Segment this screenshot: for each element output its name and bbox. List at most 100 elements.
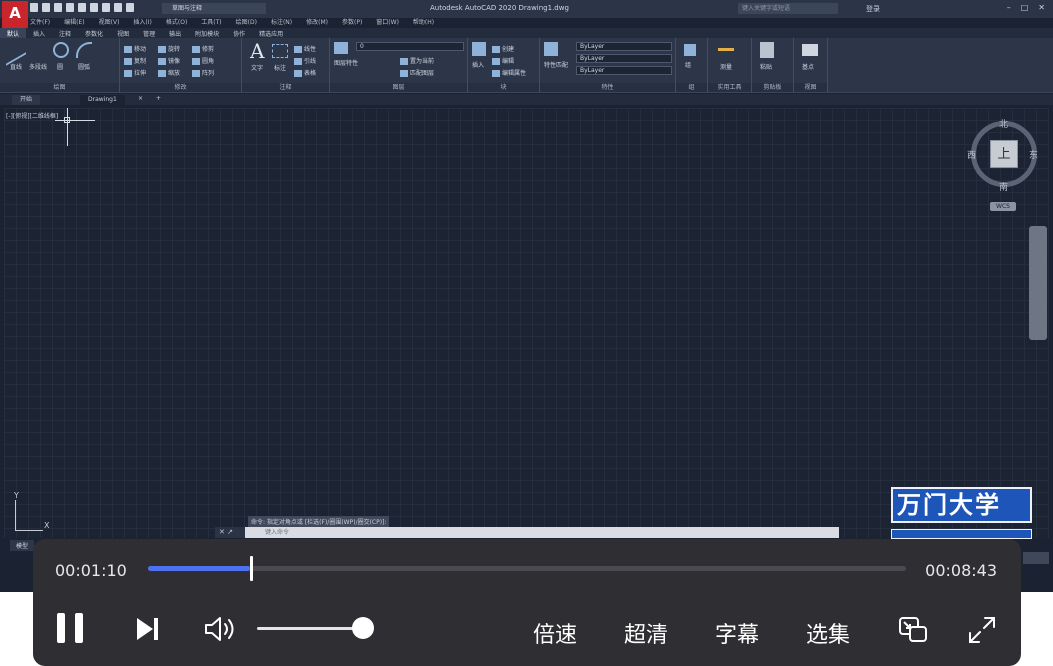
clipboard-panel-label[interactable]: 剪贴板 bbox=[752, 83, 793, 92]
move-tool[interactable]: 移动 bbox=[124, 44, 146, 53]
autocad-logo[interactable]: A bbox=[2, 1, 28, 28]
copy-tool[interactable]: 复制 bbox=[124, 56, 146, 65]
circle-icon[interactable] bbox=[53, 42, 69, 58]
next-icon[interactable] bbox=[133, 615, 161, 643]
workspace-switcher[interactable]: 草图与注释 bbox=[162, 3, 266, 14]
menu-edit[interactable]: 编辑(E) bbox=[64, 17, 84, 27]
lineweight-dropdown[interactable]: ByLayer bbox=[576, 66, 672, 75]
tab-collaborate[interactable]: 协作 bbox=[226, 28, 252, 38]
match-layer-tool[interactable]: 匹配图层 bbox=[400, 68, 434, 77]
save-icon[interactable] bbox=[54, 3, 62, 12]
model-tab[interactable]: 模型 bbox=[10, 540, 35, 551]
new-icon[interactable] bbox=[30, 3, 38, 12]
trim-tool[interactable]: 修剪 bbox=[192, 44, 214, 53]
redo-icon[interactable] bbox=[126, 3, 134, 12]
tab-output[interactable]: 输出 bbox=[162, 28, 188, 38]
table-tool[interactable]: 表格 bbox=[294, 68, 316, 77]
tab-view[interactable]: 视图 bbox=[110, 28, 136, 38]
wcs-menu[interactable]: WCS bbox=[990, 202, 1016, 211]
episodes-button[interactable]: 选集 bbox=[806, 617, 850, 649]
compass-west[interactable]: 西 bbox=[967, 148, 976, 161]
arc-tool[interactable]: 圆弧 bbox=[78, 62, 90, 71]
close-tab-icon[interactable]: × bbox=[138, 95, 143, 102]
compass-east[interactable]: 东 bbox=[1029, 148, 1038, 161]
volume-icon[interactable] bbox=[203, 615, 239, 643]
menu-insert[interactable]: 插入(I) bbox=[133, 17, 151, 27]
text-icon[interactable]: A bbox=[250, 39, 264, 63]
menu-format[interactable]: 格式(O) bbox=[166, 17, 187, 27]
rotate-tool[interactable]: 旋转 bbox=[158, 44, 180, 53]
progress-playhead[interactable] bbox=[249, 556, 253, 581]
login-button[interactable]: 登录 bbox=[866, 4, 880, 14]
match-properties-icon[interactable] bbox=[544, 42, 558, 56]
menu-view[interactable]: 视图(V) bbox=[99, 17, 120, 27]
tab-addins[interactable]: 附加模块 bbox=[188, 28, 226, 38]
navigation-bar[interactable] bbox=[1029, 226, 1047, 340]
subtitles-button[interactable]: 字幕 bbox=[715, 617, 759, 649]
circle-tool[interactable]: 圆 bbox=[57, 62, 63, 71]
close-icon[interactable]: ✕ bbox=[1038, 3, 1045, 12]
line-tool[interactable]: 直线 bbox=[10, 62, 22, 71]
command-input[interactable]: 键入命令 bbox=[245, 527, 839, 538]
linetype-dropdown[interactable]: ByLayer bbox=[576, 54, 672, 63]
picture-in-picture-icon[interactable] bbox=[897, 615, 929, 645]
layer-dropdown[interactable]: 0 bbox=[356, 42, 464, 51]
layers-panel-label[interactable]: 图层 bbox=[330, 83, 467, 92]
compass-south[interactable]: 南 bbox=[999, 180, 1008, 193]
match-properties-tool[interactable]: 特性匹配 bbox=[544, 60, 568, 69]
drawing-canvas[interactable] bbox=[4, 108, 1049, 538]
status-bar-icons[interactable] bbox=[1023, 552, 1049, 564]
undo-icon[interactable] bbox=[114, 3, 122, 12]
annotation-panel-label[interactable]: 注释 bbox=[242, 83, 329, 92]
color-dropdown[interactable]: ByLayer bbox=[576, 42, 672, 51]
quality-button[interactable]: 超清 bbox=[624, 617, 668, 649]
tab-parametric[interactable]: 参数化 bbox=[78, 28, 110, 38]
fillet-tool[interactable]: 圆角 bbox=[192, 56, 214, 65]
command-line-options[interactable]: ✕ ↗ bbox=[215, 527, 245, 538]
menu-file[interactable]: 文件(F) bbox=[30, 17, 50, 27]
tab-manage[interactable]: 管理 bbox=[136, 28, 162, 38]
draw-panel-label[interactable]: 绘图 bbox=[0, 83, 119, 92]
utilities-panel-label[interactable]: 实用工具 bbox=[708, 83, 751, 92]
edit-block-tool[interactable]: 编辑 bbox=[492, 56, 514, 65]
arc-icon[interactable] bbox=[76, 42, 92, 58]
mirror-tool[interactable]: 镜像 bbox=[158, 56, 180, 65]
progress-bar[interactable] bbox=[148, 556, 906, 581]
layer-properties-icon[interactable] bbox=[334, 42, 348, 54]
measure-icon[interactable] bbox=[718, 48, 734, 51]
pause-icon[interactable] bbox=[57, 613, 83, 643]
maximize-icon[interactable]: □ bbox=[1021, 3, 1029, 12]
print-icon[interactable] bbox=[102, 3, 110, 12]
menu-modify[interactable]: 修改(M) bbox=[306, 17, 328, 27]
base-point-tool[interactable]: 基点 bbox=[802, 62, 814, 71]
scale-tool[interactable]: 缩放 bbox=[158, 68, 180, 77]
tab-featured-apps[interactable]: 精选应用 bbox=[252, 28, 290, 38]
dimension-tool[interactable]: 标注 bbox=[274, 63, 286, 72]
block-panel-label[interactable]: 块 bbox=[468, 83, 539, 92]
dimension-icon[interactable] bbox=[272, 44, 288, 58]
linear-tool[interactable]: 线性 bbox=[294, 44, 316, 53]
paste-tool[interactable]: 粘贴 bbox=[760, 62, 772, 71]
groups-panel-label[interactable]: 组 bbox=[676, 83, 707, 92]
tab-insert[interactable]: 插入 bbox=[26, 28, 52, 38]
base-point-icon[interactable] bbox=[802, 44, 818, 56]
search-input[interactable]: 键入关键字或短语 bbox=[738, 3, 838, 14]
viewcube-top-face[interactable]: 上 bbox=[990, 140, 1018, 168]
menu-draw[interactable]: 绘图(D) bbox=[236, 17, 257, 27]
properties-panel-label[interactable]: 特性 bbox=[540, 83, 675, 92]
layer-properties-tool[interactable]: 图层特性 bbox=[334, 58, 358, 67]
menu-window[interactable]: 窗口(W) bbox=[376, 17, 399, 27]
modify-panel-label[interactable]: 修改 bbox=[120, 83, 241, 92]
paste-icon[interactable] bbox=[760, 42, 774, 58]
create-block-tool[interactable]: 创建 bbox=[492, 44, 514, 53]
insert-block-icon[interactable] bbox=[472, 42, 486, 56]
polyline-tool[interactable]: 多段线 bbox=[29, 62, 47, 71]
menu-parametric[interactable]: 参数(P) bbox=[342, 17, 362, 27]
web-open-icon[interactable] bbox=[78, 3, 86, 12]
view-panel-label[interactable]: 视图 bbox=[794, 83, 827, 92]
web-save-icon[interactable] bbox=[90, 3, 98, 12]
tab-annotate[interactable]: 注释 bbox=[52, 28, 78, 38]
measure-tool[interactable]: 测量 bbox=[720, 62, 732, 71]
compass-north[interactable]: 北 bbox=[999, 117, 1008, 130]
volume-knob[interactable] bbox=[352, 617, 375, 639]
